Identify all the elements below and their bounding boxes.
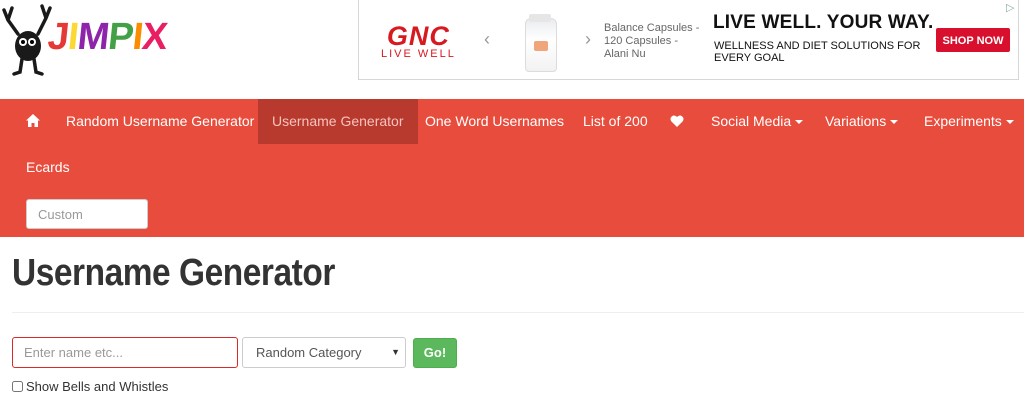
nav-variations[interactable]: Variations [825,99,899,144]
advertisement-banner[interactable]: GNC LIVE WELL ‹ › Balance Capsules - 120… [358,0,1019,80]
ad-prev-arrow-icon[interactable]: ‹ [484,30,490,48]
chevron-down-icon [1005,120,1014,125]
nav-home[interactable] [26,99,40,144]
nav-random-username-generator[interactable]: Random Username Generator [66,99,254,144]
nav-ecards[interactable]: Ecards [26,145,70,190]
nav-experiments[interactable]: Experiments [924,99,1014,144]
nav-username-generator[interactable]: Username Generator [258,99,418,144]
ad-subline: WELLNESS AND DIET SOLUTIONS FOR EVERY GO… [714,40,921,64]
category-select[interactable]: Random Category ▼ [242,337,406,368]
adchoices-icon[interactable]: ▷ [1006,2,1018,14]
nav-list-of-200[interactable]: List of 200 [583,99,648,144]
ad-product-image [525,14,557,72]
main-navbar: Random Username Generator Username Gener… [0,99,1024,237]
ad-brand-logo: GNC LIVE WELL [381,21,456,61]
chevron-down-icon [890,120,899,125]
dropdown-arrow-icon: ▼ [391,347,400,357]
name-input[interactable] [12,337,238,368]
ad-product-name: Balance Capsules - 120 Capsules - Alani … [604,22,700,60]
heart-icon [670,115,684,127]
page-title: Username Generator [12,252,335,294]
nav-one-word-usernames[interactable]: One Word Usernames [425,99,564,144]
ad-headline: LIVE WELL. YOUR WAY. [713,12,934,33]
custom-search-input[interactable] [26,199,148,229]
bells-and-whistles-option[interactable]: Show Bells and Whistles [12,380,168,394]
title-divider [12,312,1024,313]
bells-and-whistles-checkbox[interactable] [12,381,23,392]
jimpix-mascot-icon [2,4,52,76]
jimpix-logo[interactable]: JIMPIX [2,2,169,76]
shop-now-button[interactable]: SHOP NOW [936,28,1010,52]
go-button[interactable]: Go! [413,338,457,368]
site-header: JIMPIX GNC LIVE WELL ‹ › Balance Capsule… [0,0,1024,99]
nav-social-media[interactable]: Social Media [711,99,804,144]
home-icon [26,114,40,127]
ad-next-arrow-icon[interactable]: › [585,30,591,48]
nav-favorites[interactable] [670,99,684,144]
chevron-down-icon [795,120,804,125]
logo-wordmark: JIMPIX [45,16,169,58]
